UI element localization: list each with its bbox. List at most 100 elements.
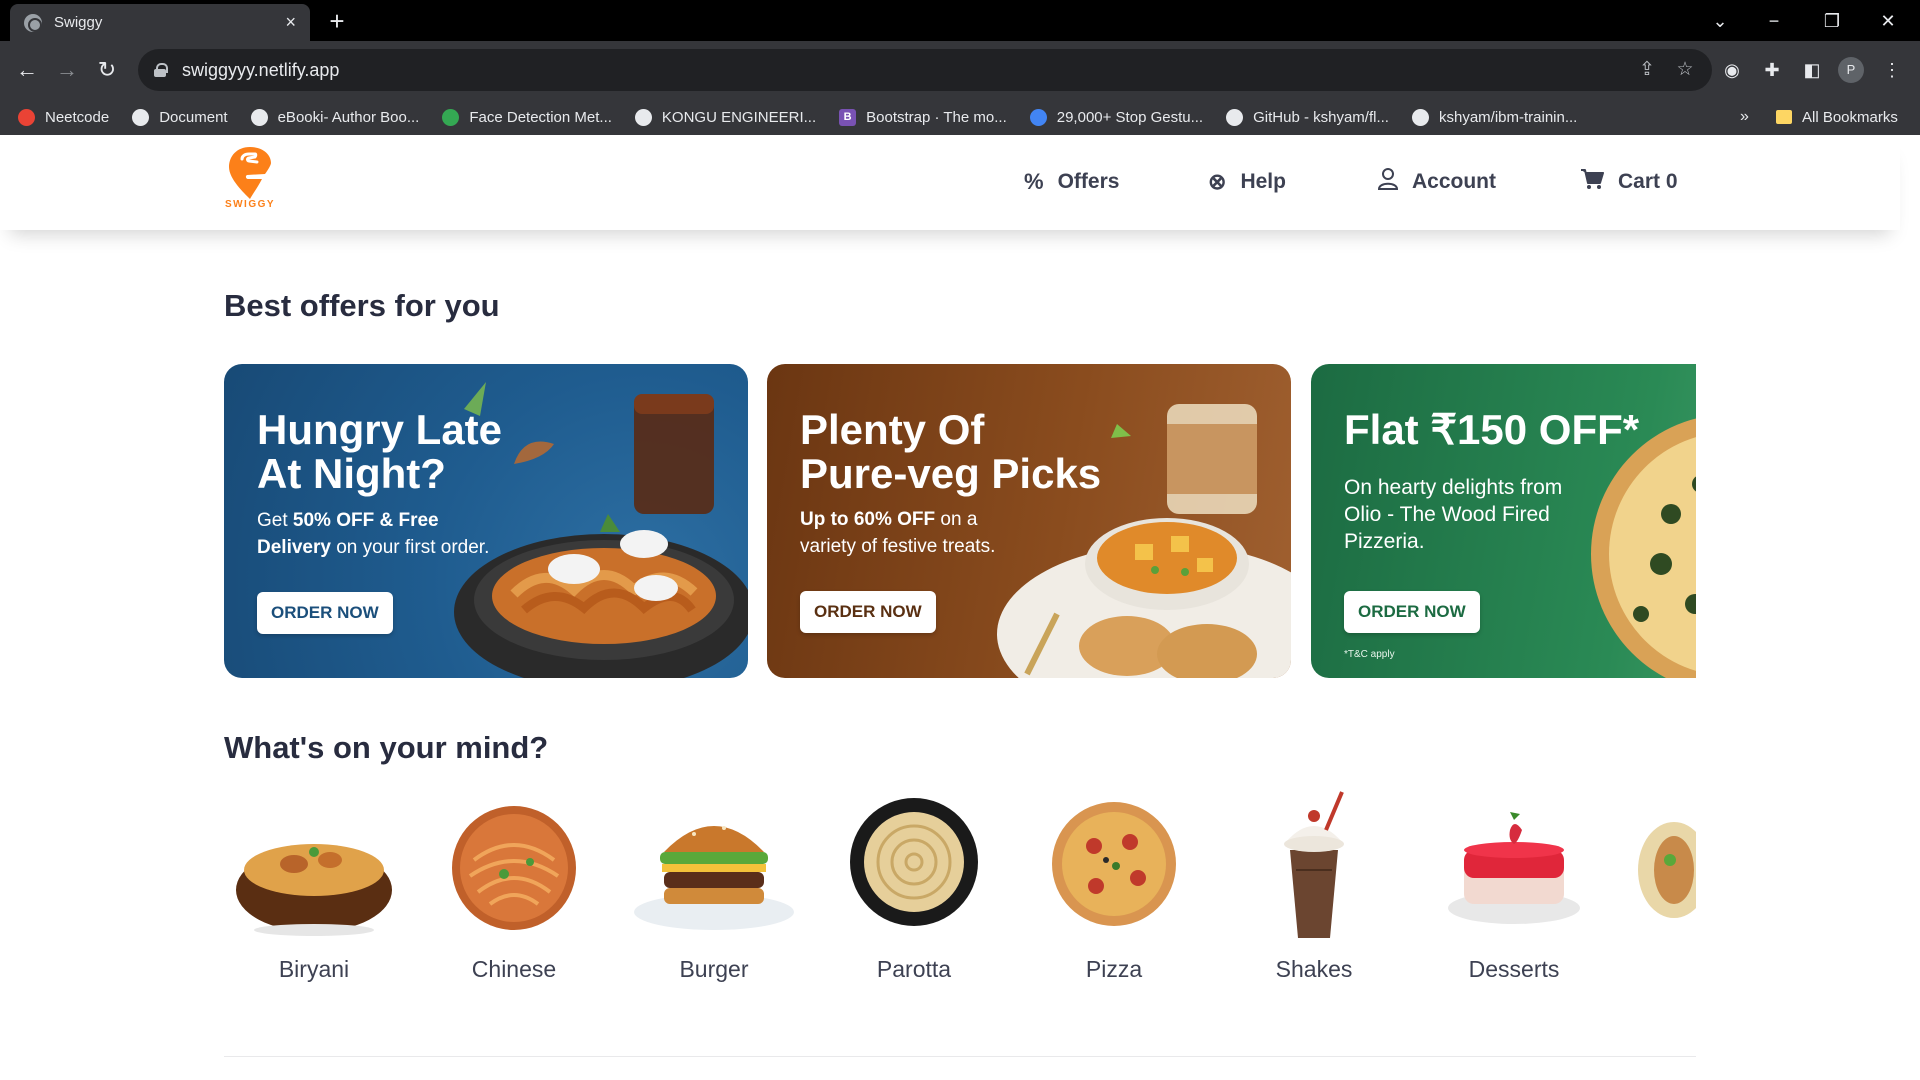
nav-cart[interactable]: Cart 0 xyxy=(1580,165,1678,199)
milkshake-image xyxy=(1284,791,1344,938)
bookmark-label: GitHub - kshyam/fl... xyxy=(1253,108,1389,126)
title-line: At Night? xyxy=(257,450,446,497)
forward-arrow-icon[interactable]: → xyxy=(50,53,84,87)
nav-offers[interactable]: % Offers xyxy=(1024,165,1119,199)
bookmarks-overflow-button[interactable]: » xyxy=(1740,99,1749,135)
order-now-button[interactable]: ORDER NOW xyxy=(257,592,393,634)
noodles-image xyxy=(452,806,576,930)
bookmark-item[interactable]: 29,000+ Stop Gestu... xyxy=(1029,108,1204,126)
reload-icon[interactable]: ↻ xyxy=(90,53,124,87)
back-arrow-icon[interactable]: ← xyxy=(10,53,44,87)
category-partial[interactable] xyxy=(1624,790,1696,990)
subtitle-text: on a xyxy=(935,509,978,530)
globe-icon xyxy=(132,108,150,126)
side-panel-icon[interactable]: ◧ xyxy=(1796,54,1828,86)
order-now-button[interactable]: ORDER NOW xyxy=(1344,591,1480,633)
url-text: swiggyyy.netlify.app xyxy=(182,59,340,80)
lock-icon xyxy=(154,63,168,77)
robot-icon xyxy=(1029,108,1047,126)
bookmark-item[interactable]: B Bootstrap · The mo... xyxy=(839,108,1007,126)
category-label: Pizza xyxy=(1085,956,1143,982)
category-chinese[interactable]: Chinese xyxy=(424,790,604,990)
category-label: Biryani xyxy=(278,956,350,982)
tab-search-chevron-icon[interactable]: ⌄ xyxy=(1698,6,1742,36)
tab-title: Swiggy xyxy=(54,14,103,31)
extension-avatar-icon[interactable]: ◉ xyxy=(1716,54,1748,86)
bookmarks-bar: Neetcode Document eBooki- Author Boo... … xyxy=(0,99,1920,135)
folder-icon xyxy=(1776,110,1792,124)
nav-offers-label: Offers xyxy=(1057,170,1120,193)
category-label: Parotta xyxy=(876,956,952,982)
logo-wordmark: SWIGGY xyxy=(224,199,276,210)
bookmark-item[interactable]: GitHub - kshyam/fl... xyxy=(1226,108,1389,126)
offer-card-flat-150[interactable]: Flat ₹150 OFF* On hearty delights from Ol… xyxy=(1311,364,1696,678)
address-bar[interactable]: swiggyyy.netlify.app ⇪ ☆ xyxy=(138,49,1712,91)
wrap-image xyxy=(1638,822,1696,918)
globe-icon xyxy=(634,108,652,126)
subtitle-text: on your first order. xyxy=(330,537,490,558)
title-line: Hungry Late xyxy=(257,406,503,453)
puzzle-icon[interactable]: ✚ xyxy=(1756,54,1788,86)
nav-help[interactable]: ⊗ Help xyxy=(1208,165,1286,199)
profile-avatar[interactable]: P xyxy=(1838,57,1864,83)
bookmark-item[interactable]: KONGU ENGINEERI... xyxy=(634,108,816,126)
bookmark-label: 29,000+ Stop Gestu... xyxy=(1056,108,1204,126)
star-icon[interactable]: ☆ xyxy=(1672,57,1698,83)
close-window-icon[interactable]: ✕ xyxy=(1866,6,1910,36)
food-categories-carousel: Biryani Chinese Burger Parotta Pizza Sha… xyxy=(224,790,1696,990)
bookmark-label: Neetcode xyxy=(45,108,110,126)
github-icon xyxy=(1226,108,1244,126)
category-parotta[interactable]: Parotta xyxy=(824,790,1004,990)
category-pizza[interactable]: Pizza xyxy=(1024,790,1204,990)
order-now-button[interactable]: ORDER NOW xyxy=(800,591,936,633)
bookmark-item[interactable]: eBooki- Author Boo... xyxy=(250,108,419,126)
offer-card-subtitle: Up to 60% OFF on a variety of festive tre… xyxy=(800,506,995,560)
offer-card-subtitle: On hearty delights from Olio - The Wood F… xyxy=(1344,474,1562,555)
category-biryani[interactable]: Biryani xyxy=(224,790,404,990)
subtitle-text: Pizzeria. xyxy=(1344,530,1425,553)
bookmark-item[interactable]: Face Detection Met... xyxy=(442,108,612,126)
title-line: Plenty Of xyxy=(800,406,985,453)
swiggy-logo-mark-icon xyxy=(229,147,271,199)
bookmark-item[interactable]: Document xyxy=(132,108,228,126)
bookmark-item[interactable]: Neetcode xyxy=(18,108,110,126)
category-desserts[interactable]: Desserts xyxy=(1424,790,1604,990)
bookmark-label: Document xyxy=(159,108,228,126)
offers-carousel: Hungry Late At Night? Get 50% OFF & Free D… xyxy=(224,364,1696,678)
github-icon xyxy=(1411,108,1429,126)
subtitle-bold: Delivery xyxy=(257,537,331,558)
globe-icon xyxy=(24,13,42,32)
swiggy-logo[interactable]: SWIGGY xyxy=(222,145,278,213)
title-line: Pure-veg Picks xyxy=(800,450,1102,497)
offer-card-title: Plenty Of Pure-veg Picks xyxy=(800,408,1101,496)
category-label: Desserts xyxy=(1468,956,1560,982)
offer-card-subtitle: Get 50% OFF & Free Delivery on your first… xyxy=(257,507,489,561)
category-shakes[interactable]: Shakes xyxy=(1224,790,1404,990)
bookmark-item[interactable]: kshyam/ibm-trainin... xyxy=(1411,108,1577,126)
nav-account[interactable]: Account xyxy=(1377,165,1496,199)
subtitle-text: On hearty delights from xyxy=(1344,476,1563,499)
category-label: Shakes xyxy=(1275,956,1353,982)
new-tab-button[interactable]: + xyxy=(322,6,352,36)
subtitle-text: Olio - The Wood Fired xyxy=(1344,503,1550,526)
category-label: Chinese xyxy=(471,956,557,982)
browser-tab[interactable]: Swiggy × xyxy=(10,4,310,41)
minimize-icon[interactable]: − xyxy=(1752,6,1796,36)
mind-section-title: What's on your mind? xyxy=(224,730,549,765)
globe-icon xyxy=(250,108,268,126)
kebab-menu-icon[interactable]: ⋮ xyxy=(1876,54,1908,86)
burger-image xyxy=(634,826,794,930)
offer-card-pure-veg[interactable]: Plenty Of Pure-veg Picks Up to 60% OFF on… xyxy=(767,364,1291,678)
section-divider xyxy=(224,1056,1696,1057)
all-bookmarks-button[interactable]: All Bookmarks xyxy=(1776,99,1898,135)
percent-icon: % xyxy=(1024,169,1044,194)
offer-card-late-night[interactable]: Hungry Late At Night? Get 50% OFF & Free D… xyxy=(224,364,748,678)
close-tab-icon[interactable]: × xyxy=(285,12,296,33)
restore-icon[interactable]: ❐ xyxy=(1810,6,1854,36)
share-icon[interactable]: ⇪ xyxy=(1634,57,1660,83)
category-burger[interactable]: Burger xyxy=(624,790,804,990)
parotta-image xyxy=(850,798,978,926)
subtitle-text: Get xyxy=(257,510,293,531)
swiggy-page: SWIGGY % Offers ⊗ Help Account Cart 0 Be… xyxy=(0,135,1920,1080)
subtitle-bold: 50% OFF & Free xyxy=(292,510,439,531)
